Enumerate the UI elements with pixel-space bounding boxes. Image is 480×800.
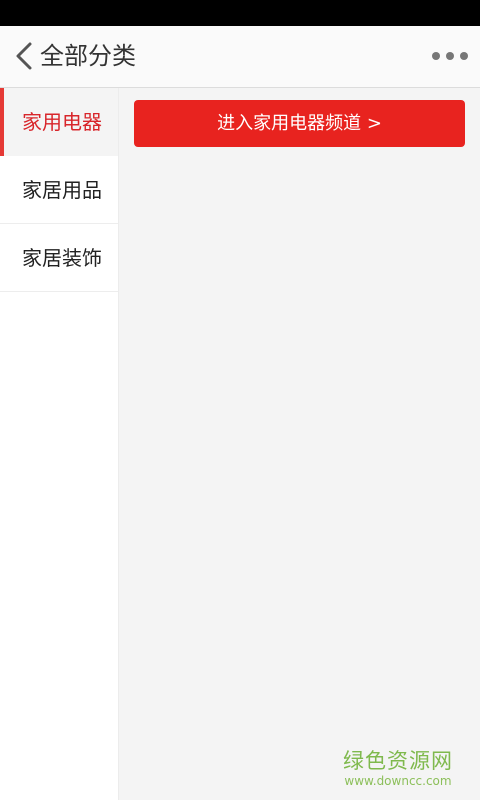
back-button[interactable] [10, 40, 40, 72]
page-title: 全部分类 [40, 42, 136, 70]
status-bar [0, 0, 480, 26]
more-horizontal-icon [432, 52, 440, 60]
sidebar-item-home-appliances[interactable]: 家用电器 [0, 88, 118, 156]
header-bar: 全部分类 [0, 26, 480, 88]
more-horizontal-icon [460, 52, 468, 60]
watermark: 绿色资源网 www.downcc.com [338, 748, 458, 788]
sidebar-item-home-decor[interactable]: 家居装饰 [0, 224, 118, 292]
category-content: 进入家用电器频道 > [119, 88, 480, 800]
watermark-url: www.downcc.com [344, 774, 452, 788]
chevron-left-icon [16, 42, 32, 70]
watermark-title: 绿色资源网 [343, 749, 453, 773]
more-horizontal-icon [446, 52, 454, 60]
more-button[interactable] [432, 46, 468, 66]
enter-channel-button[interactable]: 进入家用电器频道 > [134, 100, 465, 147]
sidebar-item-home-goods[interactable]: 家居用品 [0, 156, 118, 224]
category-sidebar: 家用电器 家居用品 家居装饰 [0, 88, 119, 800]
